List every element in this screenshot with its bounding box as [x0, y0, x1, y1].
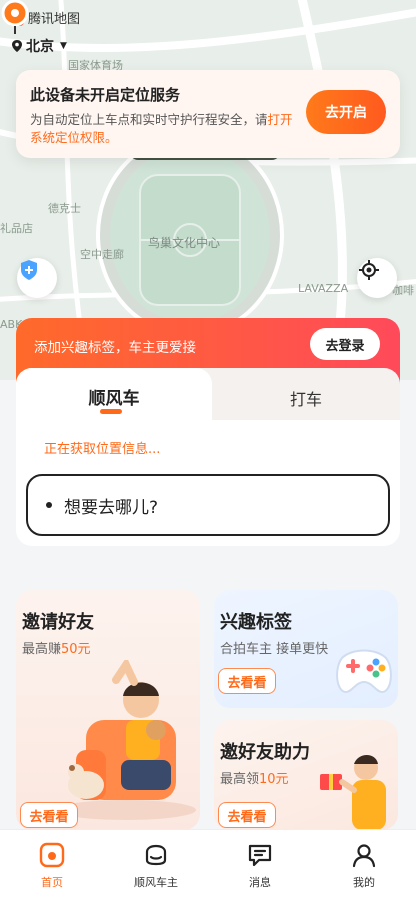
profile-icon [351, 842, 377, 868]
interest-title: 兴趣标签 [220, 612, 292, 633]
bottom-navigation: 首页 顺风车主 消息 我的 [0, 829, 416, 897]
help-sub-value: 10元 [259, 772, 289, 787]
recenter-location-button[interactable] [357, 258, 397, 298]
invite-see-button[interactable]: 去看看 [20, 802, 78, 828]
help-subtitle: 最高领10元 [220, 768, 289, 787]
home-icon [39, 842, 65, 868]
map-label-dicos: 德克士 [48, 202, 81, 215]
destination-placeholder: 想要去哪儿? [64, 497, 159, 518]
destination-dot-icon [46, 502, 52, 508]
banner-desc-text: 为自动定位上车点和实时守护行程安全，请 [30, 112, 268, 127]
invite-help-card[interactable]: 邀好友助力 最高领10元 去看看 [214, 720, 398, 830]
nav-car-owner-label: 顺风车主 [134, 876, 178, 889]
nav-messages-label: 消息 [249, 876, 271, 889]
tab-taxi-label: 打车 [289, 390, 322, 409]
city-name: 北京 [26, 39, 54, 55]
help-title: 邀好友助力 [220, 742, 310, 763]
location-status: 正在获取位置信息... [44, 442, 161, 457]
invite-subtitle: 最高赚50元 [22, 638, 91, 657]
map-label-lavazza: LAVAZZA [298, 282, 349, 295]
promo-text: 添加兴趣标签，车主更爱接 [34, 340, 196, 356]
enable-location-button[interactable]: 去开启 [306, 90, 386, 134]
invite-sub-value: 50元 [61, 642, 91, 657]
tab-carpool[interactable]: 顺风车 [16, 368, 212, 424]
nav-home-label: 首页 [41, 876, 63, 889]
interest-see-button[interactable]: 去看看 [218, 668, 276, 694]
map-location-marker-icon [1, 0, 29, 34]
crosshair-icon [359, 260, 379, 280]
ride-request-panel: 正在获取位置信息... 想要去哪儿? [16, 420, 400, 546]
invite-friends-card[interactable]: 邀请好友 最高赚50元 去看看 [16, 590, 200, 830]
invite-title: 邀请好友 [22, 612, 94, 633]
tab-active-indicator [100, 409, 122, 414]
tab-carpool-label: 顺风车 [88, 389, 140, 409]
destination-input[interactable]: 想要去哪儿? [26, 474, 390, 536]
car-owner-icon [143, 842, 169, 868]
city-selector[interactable]: 北京 ▼ [12, 36, 67, 56]
safety-shield-button[interactable] [17, 258, 57, 298]
location-pin-icon [12, 40, 22, 52]
banner-description: 为自动定位上车点和实时守护行程安全，请打开系统定位权限。 [30, 111, 300, 147]
invite-illustration-icon [56, 660, 196, 820]
login-button[interactable]: 去登录 [310, 328, 380, 360]
nav-home[interactable]: 首页 [0, 830, 104, 897]
message-icon [247, 842, 273, 868]
nav-messages[interactable]: 消息 [208, 830, 312, 897]
gamepad-icon [336, 649, 392, 694]
invite-sub-prefix: 最高赚 [22, 642, 62, 657]
app-name: 腾讯地图 [28, 12, 81, 27]
gift-person-illustration-icon [320, 755, 386, 830]
service-tabs: 顺风车 打车 [16, 368, 400, 424]
tab-taxi[interactable]: 打车 [212, 368, 400, 424]
help-sub-prefix: 最高领 [220, 772, 260, 787]
help-see-button[interactable]: 去看看 [218, 802, 276, 828]
map-label-gift-shop: 礼品店 [0, 222, 33, 235]
location-permission-banner: 此设备未开启定位服务 为自动定位上车点和实时守护行程安全，请打开系统定位权限。 … [16, 70, 400, 158]
interest-subtitle: 合拍车主 接单更快 [220, 642, 329, 657]
nav-profile[interactable]: 我的 [312, 830, 416, 897]
interest-tags-card[interactable]: 兴趣标签 合拍车主 接单更快 去看看 [214, 590, 398, 708]
nav-profile-label: 我的 [353, 876, 375, 889]
caret-down-icon: ▼ [60, 41, 67, 51]
map-label-culture-center: 鸟巢文化中心 [148, 236, 221, 250]
shield-plus-icon [21, 260, 37, 280]
nav-car-owner[interactable]: 顺风车主 [104, 830, 208, 897]
map-label-skywalk: 空中走廊 [80, 248, 124, 261]
